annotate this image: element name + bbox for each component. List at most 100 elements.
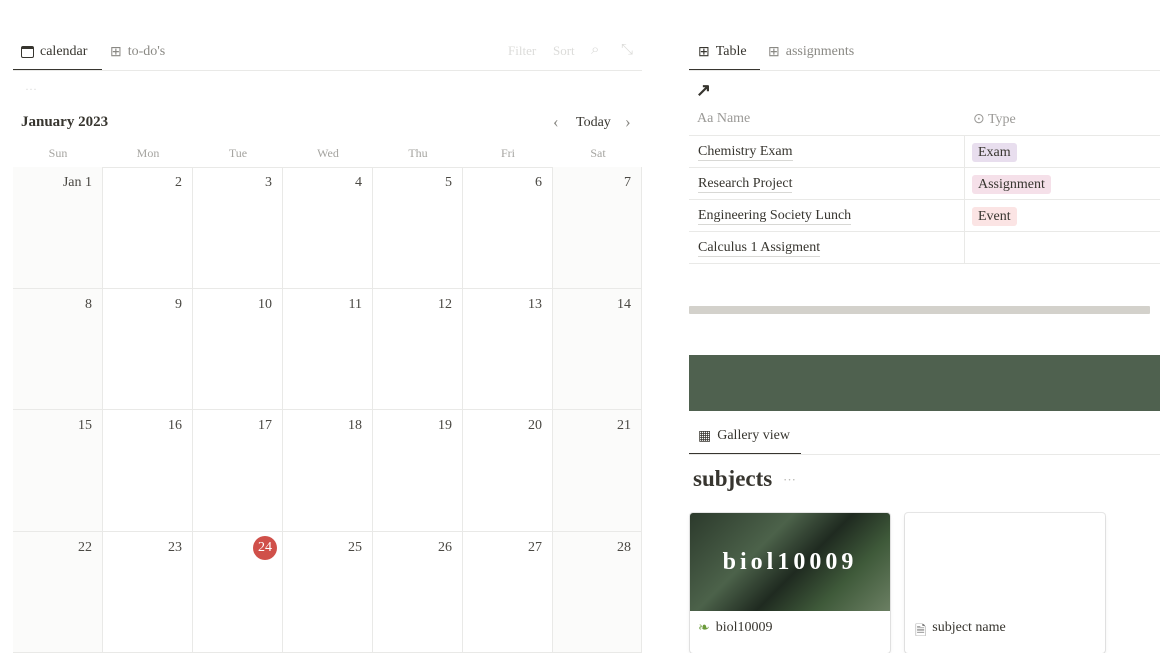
column-label: Type	[988, 112, 1016, 127]
weekday-label: Thu	[373, 146, 463, 161]
row-name[interactable]: Calculus 1 Assigment	[698, 240, 820, 257]
day-number: Jan 1	[63, 175, 92, 191]
day-number: 16	[168, 418, 182, 434]
calendar-day-cell[interactable]: 18	[283, 410, 373, 532]
calendar-day-cell[interactable]: 21	[553, 410, 642, 532]
day-number: 2	[175, 175, 182, 191]
more-icon[interactable]: ···	[25, 82, 37, 97]
calendar-day-cell[interactable]: 28	[553, 532, 642, 653]
divider	[689, 454, 1160, 455]
calendar-grid: Jan 123456789101112131415161718192021222…	[13, 167, 642, 644]
gallery-card[interactable]: biol10009 ❧biol10009	[690, 513, 890, 653]
calendar-day-cell[interactable]: 4	[283, 167, 373, 289]
calendar-day-cell[interactable]: 12	[373, 289, 463, 411]
type-tag: Exam	[972, 143, 1017, 162]
tab-calendar[interactable]: calendar	[21, 42, 87, 62]
row-name[interactable]: Chemistry Exam	[698, 144, 793, 161]
expand-icon[interactable]: ⤡	[621, 41, 633, 59]
calendar-day-cell[interactable]: 22	[13, 532, 103, 653]
table-icon: ⊞	[698, 44, 710, 61]
row-name[interactable]: Engineering Society Lunch	[698, 208, 851, 225]
gallery-title: subjects	[693, 466, 772, 492]
horizontal-scrollbar[interactable]	[689, 306, 1150, 314]
more-icon[interactable]: ···	[783, 472, 796, 488]
weekday-label: Tue	[193, 146, 283, 161]
table-icon: ⊞	[768, 44, 780, 61]
tab-table[interactable]: ⊞ Table	[698, 42, 747, 62]
chevron-right-icon[interactable]: ›	[625, 112, 631, 132]
calendar-day-cell[interactable]: Jan 1	[13, 167, 103, 289]
tab-label: to-do's	[128, 44, 166, 60]
search-icon[interactable]: ⌕	[591, 41, 599, 59]
text-type-icon: Aa	[697, 111, 713, 126]
calendar-day-cell[interactable]: 13	[463, 289, 553, 411]
day-number: 22	[78, 540, 92, 556]
table-icon: ⊞	[110, 44, 122, 61]
day-number: 12	[438, 297, 452, 313]
calendar-day-cell[interactable]: 2	[103, 167, 193, 289]
table-row[interactable]: Research ProjectAssignment	[689, 168, 1160, 200]
tab-gallery-view[interactable]: ▦ Gallery view	[698, 426, 790, 446]
open-arrow-icon[interactable]: ↗	[696, 80, 711, 101]
gallery-icon: ▦	[698, 428, 711, 445]
filter-button[interactable]: Filter	[508, 43, 536, 59]
day-number: 5	[445, 175, 452, 191]
weekday-label: Wed	[283, 146, 373, 161]
column-divider	[964, 136, 965, 264]
calendar-day-cell[interactable]: 5	[373, 167, 463, 289]
chevron-left-icon[interactable]: ‹	[553, 112, 559, 132]
calendar-day-cell[interactable]: 26	[373, 532, 463, 653]
calendar-day-cell[interactable]: 8	[13, 289, 103, 411]
calendar-day-cell[interactable]: 15	[13, 410, 103, 532]
calendar-day-cell[interactable]: 27	[463, 532, 553, 653]
tab-label: calendar	[40, 44, 87, 60]
row-name[interactable]: Research Project	[698, 176, 792, 193]
gallery-card[interactable]: 🗎subject name	[905, 513, 1105, 653]
weekday-label: Mon	[103, 146, 193, 161]
card-title: subject name	[932, 620, 1005, 644]
calendar-day-cell[interactable]: 14	[553, 289, 642, 411]
weekday-label: Fri	[463, 146, 553, 161]
calendar-day-cell[interactable]: 10	[193, 289, 283, 411]
day-number: 13	[528, 297, 542, 313]
table-row[interactable]: Chemistry Exam Exam	[689, 136, 1160, 168]
column-header-type[interactable]: ⊙ Type	[973, 111, 1016, 128]
day-number: 18	[348, 418, 362, 434]
day-number: 19	[438, 418, 452, 434]
calendar-day-cell[interactable]: 24	[193, 532, 283, 653]
calendar-day-cell[interactable]: 17	[193, 410, 283, 532]
today-button[interactable]: Today	[576, 115, 611, 131]
table-row[interactable]: Calculus 1 Assigment	[689, 232, 1160, 264]
day-number: 3	[265, 175, 272, 191]
calendar-icon	[21, 46, 34, 58]
calendar-day-cell[interactable]: 11	[283, 289, 373, 411]
calendar-day-cell[interactable]: 16	[103, 410, 193, 532]
tab-label: Table	[716, 44, 747, 60]
calendar-day-cell[interactable]: 6	[463, 167, 553, 289]
calendar-day-cell[interactable]: 25	[283, 532, 373, 653]
sort-button[interactable]: Sort	[553, 43, 575, 59]
day-number: 8	[85, 297, 92, 313]
table-row[interactable]: Engineering Society LunchEvent	[689, 200, 1160, 232]
tab-label: Gallery view	[717, 428, 790, 444]
banner	[689, 355, 1160, 411]
calendar-day-cell[interactable]: 23	[103, 532, 193, 653]
card-cover: biol10009	[690, 513, 890, 611]
tab-todos[interactable]: ⊞ to-do's	[110, 42, 165, 62]
tab-assignments[interactable]: ⊞ assignments	[768, 42, 854, 62]
calendar-day-cell[interactable]: 3	[193, 167, 283, 289]
day-number: 23	[168, 540, 182, 556]
column-header-name[interactable]: Aa Name	[697, 111, 750, 127]
calendar-day-cell[interactable]: 20	[463, 410, 553, 532]
select-icon: ⊙	[973, 112, 985, 127]
today-marker: 24	[253, 536, 277, 560]
leaf-icon: ❧	[698, 620, 710, 637]
weekday-label: Sat	[553, 146, 643, 161]
calendar-day-cell[interactable]: 7	[553, 167, 642, 289]
page-icon: 🗎	[915, 620, 926, 644]
weekday-label: Sun	[13, 146, 103, 161]
day-number: 15	[78, 418, 92, 434]
day-number: 6	[535, 175, 542, 191]
calendar-day-cell[interactable]: 9	[103, 289, 193, 411]
calendar-day-cell[interactable]: 19	[373, 410, 463, 532]
